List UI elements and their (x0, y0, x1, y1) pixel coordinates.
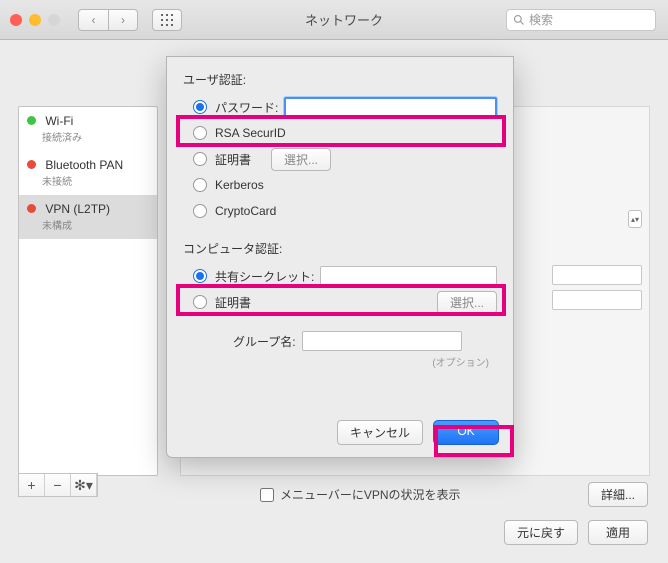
password-input[interactable] (284, 97, 497, 117)
user-auth-kerberos-row[interactable]: Kerberos (193, 174, 497, 196)
revert-button[interactable]: 元に戻す (504, 520, 578, 545)
radio-label: Kerberos (215, 178, 264, 192)
nav-buttons: ‹ › (78, 9, 138, 31)
sidebar-item-label: Wi-Fi (45, 114, 73, 128)
ok-button[interactable]: OK (433, 420, 499, 445)
machine-auth-label: コンピュータ認証: (183, 240, 497, 257)
sidebar-item-bluetooth-pan[interactable]: Bluetooth PAN 未接続 (19, 151, 157, 195)
menubar-checkbox-label: メニューバーにVPNの状況を表示 (280, 486, 461, 503)
service-actions-button[interactable]: ✻▾ (71, 474, 97, 496)
group-name-label: グループ名: (233, 333, 296, 350)
radio-label: パスワード: (215, 99, 278, 116)
radio-cryptocard[interactable] (193, 204, 207, 218)
grid-icon (161, 14, 173, 26)
group-name-note: (オプション) (183, 354, 489, 369)
sidebar-item-status: 未接続 (42, 173, 149, 188)
sidebar-item-status: 未構成 (42, 217, 149, 232)
sidebar-item-vpn[interactable]: VPN (L2TP) 未構成 (19, 195, 157, 239)
background-field-1 (552, 265, 642, 285)
radio-rsa[interactable] (193, 126, 207, 140)
search-placeholder: 検索 (529, 11, 553, 28)
select-cert-button: 選択... (271, 148, 331, 171)
add-service-button[interactable]: + (19, 474, 45, 496)
window-controls (10, 14, 60, 26)
remove-service-button[interactable]: − (45, 474, 71, 496)
show-all-button[interactable] (152, 9, 182, 31)
radio-label: 証明書 (215, 151, 251, 168)
user-auth-cert-row[interactable]: 証明書 選択... (193, 148, 497, 170)
details-button[interactable]: 詳細... (588, 482, 648, 507)
window-title: ネットワーク (190, 10, 498, 29)
window-body: ▴▾ Wi-Fi 接続済み Bluetooth PAN 未接続 VPN (L2T… (0, 40, 668, 563)
sidebar-item-label: VPN (L2TP) (45, 202, 110, 216)
auth-settings-sheet: ユーザ認証: パスワード: RSA SecurID 証明書 選択... Kerb… (166, 56, 514, 458)
search-field[interactable]: 検索 (506, 9, 656, 31)
cancel-button[interactable]: キャンセル (337, 420, 423, 445)
forward-button[interactable]: › (108, 9, 138, 31)
close-icon[interactable] (10, 14, 22, 26)
zoom-icon (48, 14, 60, 26)
user-auth-label: ユーザ認証: (183, 71, 497, 88)
radio-kerberos[interactable] (193, 178, 207, 192)
radio-label: CryptoCard (215, 204, 276, 218)
show-vpn-menubar-checkbox[interactable] (260, 488, 274, 502)
minimize-icon[interactable] (29, 14, 41, 26)
user-auth-cryptocard-row[interactable]: CryptoCard (193, 200, 497, 222)
gear-icon: ✻▾ (74, 477, 93, 494)
radio-label: RSA SecurID (215, 126, 286, 140)
shared-secret-input[interactable] (320, 266, 497, 286)
sidebar-item-status: 接続済み (42, 129, 149, 144)
background-field-2 (552, 290, 642, 310)
select-machine-cert-button: 選択... (437, 291, 497, 314)
titlebar: ‹ › ネットワーク 検索 (0, 0, 668, 40)
user-auth-password-row[interactable]: パスワード: (193, 96, 497, 118)
radio-label: 証明書 (215, 294, 251, 311)
radio-label: 共有シークレット: (215, 268, 314, 285)
service-list: Wi-Fi 接続済み Bluetooth PAN 未接続 VPN (L2TP) … (18, 106, 158, 476)
status-dot-icon (27, 160, 36, 169)
status-dot-icon (27, 204, 36, 213)
apply-button[interactable]: 適用 (588, 520, 648, 545)
user-auth-rsa-row[interactable]: RSA SecurID (193, 122, 497, 144)
radio-shared-secret[interactable] (193, 269, 207, 283)
search-icon (513, 14, 525, 26)
status-dot-icon (27, 116, 36, 125)
config-dropdown[interactable]: ▴▾ (628, 210, 642, 228)
radio-machine-cert[interactable] (193, 295, 207, 309)
sidebar-item-wifi[interactable]: Wi-Fi 接続済み (19, 107, 157, 151)
machine-auth-cert-row[interactable]: 証明書 選択... (193, 291, 497, 313)
back-button[interactable]: ‹ (78, 9, 108, 31)
radio-cert[interactable] (193, 152, 207, 166)
sidebar-toolbar: + − ✻▾ (18, 473, 98, 497)
group-name-input[interactable] (302, 331, 462, 351)
machine-auth-shared-secret-row[interactable]: 共有シークレット: (193, 265, 497, 287)
radio-password[interactable] (193, 100, 207, 114)
sidebar-item-label: Bluetooth PAN (45, 158, 123, 172)
group-name-row: グループ名: (233, 331, 497, 351)
